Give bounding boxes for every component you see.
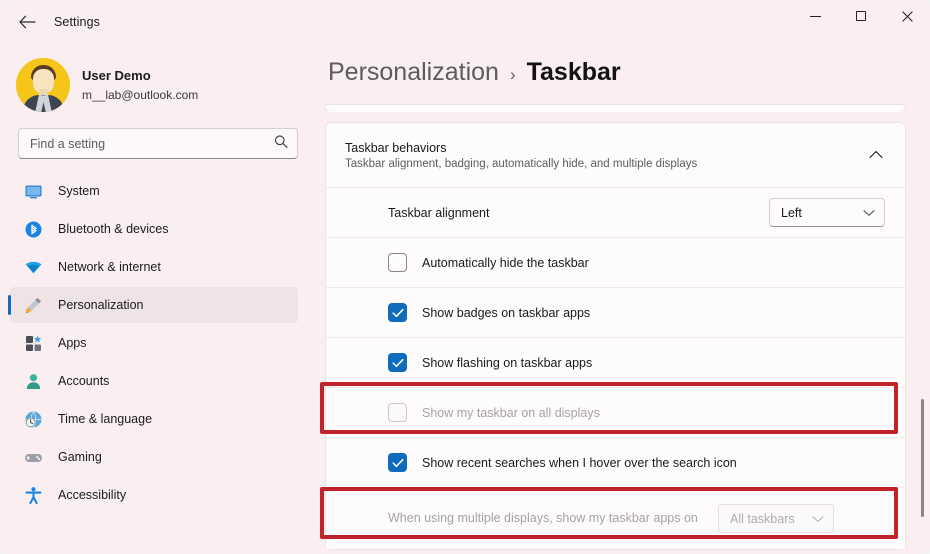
accessibility-icon — [22, 484, 44, 506]
minimize-button[interactable] — [792, 0, 838, 32]
sidebar-item-personalization[interactable]: Personalization — [10, 287, 298, 323]
search-icon — [274, 134, 288, 153]
sidebar-item-label: Personalization — [58, 298, 143, 312]
minimize-icon — [810, 16, 821, 17]
sidebar-item-label: Apps — [58, 336, 87, 350]
wifi-icon — [22, 256, 44, 278]
window-controls — [792, 0, 930, 44]
checkbox-auto-hide-taskbar[interactable] — [388, 253, 407, 272]
dropdown-value: Left — [781, 206, 802, 220]
multiple-displays-dropdown: All taskbars — [718, 504, 834, 533]
sidebar-item-system[interactable]: System — [10, 173, 298, 209]
avatar — [16, 58, 70, 112]
main-content: Personalization › Taskbar Taskbar behavi… — [320, 44, 930, 554]
checkbox-label: Show flashing on taskbar apps — [422, 356, 592, 370]
settings-scroll-area: Taskbar behaviors Taskbar alignment, bad… — [320, 104, 930, 554]
search-box[interactable] — [18, 128, 298, 159]
profile-block[interactable]: User Demo m__lab@outlook.com — [0, 44, 320, 114]
checkbox-show-flashing[interactable] — [388, 353, 407, 372]
taskbar-behaviors-header[interactable]: Taskbar behaviors Taskbar alignment, bad… — [326, 123, 905, 187]
taskbar-alignment-dropdown[interactable]: Left — [769, 198, 885, 227]
sidebar-item-label: Accessibility — [58, 488, 126, 502]
sidebar-item-label: Gaming — [58, 450, 102, 464]
breadcrumb-parent[interactable]: Personalization — [328, 58, 499, 87]
sidebar-item-label: Network & internet — [58, 260, 161, 274]
sidebar-item-bluetooth-devices[interactable]: Bluetooth & devices — [10, 211, 298, 247]
row-taskbar-alignment: Taskbar alignment Left — [326, 187, 905, 237]
bluetooth-icon — [22, 218, 44, 240]
card-subtitle: Taskbar alignment, badging, automaticall… — [345, 158, 869, 170]
clock-globe-icon — [22, 408, 44, 430]
app-title: Settings — [54, 15, 100, 29]
sidebar-nav: System Bluetooth & devices — [0, 173, 320, 513]
sidebar-item-label: Time & language — [58, 412, 152, 426]
sidebar-item-label: System — [58, 184, 100, 198]
checkbox-taskbar-all-displays — [388, 403, 407, 422]
maximize-icon — [856, 11, 866, 21]
checkbox-show-badges[interactable] — [388, 303, 407, 322]
breadcrumb: Personalization › Taskbar — [328, 58, 621, 87]
row-multiple-displays-taskbar-apps: When using multiple displays, show my ta… — [326, 487, 905, 549]
sidebar-item-network-internet[interactable]: Network & internet — [10, 249, 298, 285]
profile-name: User Demo — [82, 67, 198, 85]
dropdown-value: All taskbars — [730, 512, 795, 526]
row-taskbar-all-displays: Show my taskbar on all displays — [326, 387, 905, 437]
sidebar-item-accessibility[interactable]: Accessibility — [10, 477, 298, 513]
row-label: Taskbar alignment — [388, 206, 769, 220]
gamepad-icon — [22, 446, 44, 468]
sidebar-item-label: Accounts — [58, 374, 109, 388]
card-title: Taskbar behaviors — [345, 141, 869, 155]
search-input[interactable] — [19, 129, 297, 158]
chevron-up-icon[interactable] — [869, 146, 887, 164]
settings-window: Settings — [0, 0, 930, 554]
row-show-flashing[interactable]: Show flashing on taskbar apps — [326, 337, 905, 387]
checkbox-show-recent-searches[interactable] — [388, 453, 407, 472]
sidebar: User Demo m__lab@outlook.com — [0, 44, 320, 554]
sidebar-item-accounts[interactable]: Accounts — [10, 363, 298, 399]
profile-email: m__lab@outlook.com — [82, 87, 198, 103]
paintbrush-icon — [22, 294, 44, 316]
content-scrollbar[interactable] — [921, 399, 924, 517]
row-label: When using multiple displays, show my ta… — [388, 509, 718, 527]
checkbox-label: Show badges on taskbar apps — [422, 306, 590, 320]
chevron-down-icon — [863, 204, 875, 222]
back-arrow-icon — [19, 15, 36, 29]
checkbox-label: Show my taskbar on all displays — [422, 406, 600, 420]
row-show-recent-searches[interactable]: Show recent searches when I hover over t… — [326, 437, 905, 487]
previous-card-edge — [325, 104, 906, 112]
close-icon — [902, 11, 913, 22]
person-icon — [22, 370, 44, 392]
taskbar-behaviors-card: Taskbar behaviors Taskbar alignment, bad… — [325, 122, 906, 550]
sidebar-item-label: Bluetooth & devices — [58, 222, 169, 236]
row-auto-hide-taskbar[interactable]: Automatically hide the taskbar — [326, 237, 905, 287]
back-button[interactable] — [10, 6, 44, 38]
page-title: Taskbar — [527, 58, 621, 87]
close-button[interactable] — [884, 0, 930, 32]
checkbox-label: Show recent searches when I hover over t… — [422, 456, 737, 470]
checkbox-label: Automatically hide the taskbar — [422, 256, 589, 270]
breadcrumb-separator-icon: › — [510, 65, 516, 85]
title-bar: Settings — [0, 0, 930, 44]
monitor-icon — [22, 180, 44, 202]
maximize-button[interactable] — [838, 0, 884, 32]
sidebar-item-time-language[interactable]: Time & language — [10, 401, 298, 437]
row-show-badges[interactable]: Show badges on taskbar apps — [326, 287, 905, 337]
apps-icon — [22, 332, 44, 354]
sidebar-item-gaming[interactable]: Gaming — [10, 439, 298, 475]
chevron-down-icon — [812, 510, 824, 528]
sidebar-item-apps[interactable]: Apps — [10, 325, 298, 361]
